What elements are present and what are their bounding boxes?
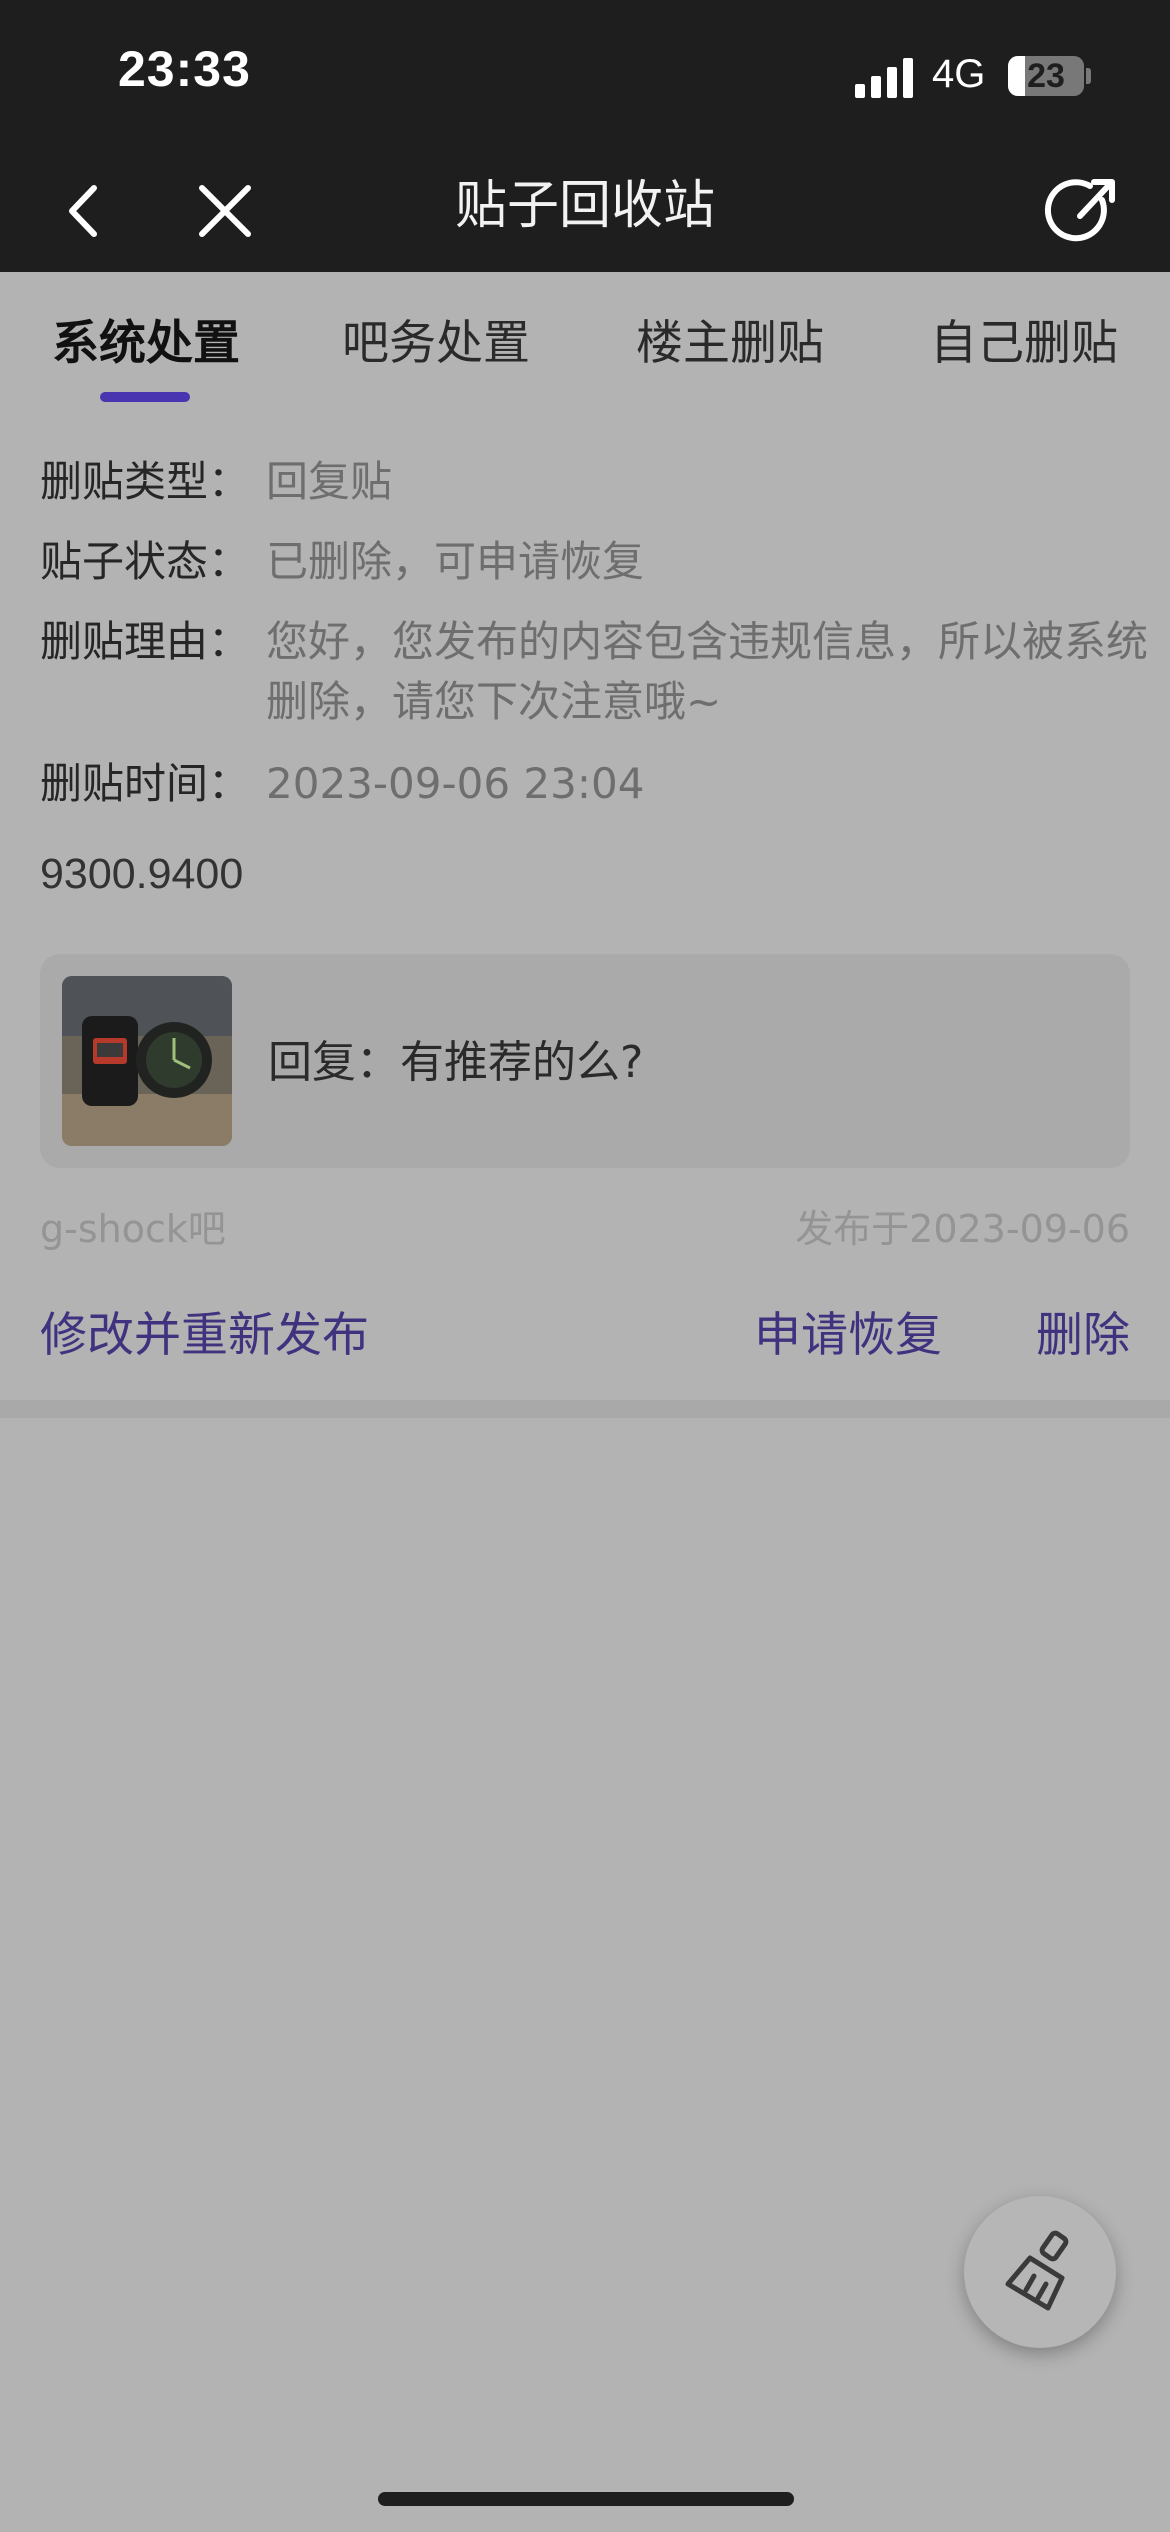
post-card[interactable]: 回复：有推荐的么? bbox=[40, 954, 1130, 1168]
delete-type-value: 回复贴 bbox=[266, 457, 393, 506]
tab-system[interactable]: 系统处置 bbox=[52, 304, 240, 373]
post-title: 回复：有推荐的么? bbox=[268, 1037, 644, 1088]
signal-icon bbox=[855, 58, 913, 98]
section-divider bbox=[0, 1400, 1170, 1418]
post-status-label: 贴子状态： bbox=[40, 537, 251, 586]
forum-name[interactable]: g-shock吧 bbox=[40, 1198, 226, 1253]
apply-restore-button[interactable]: 申请恢复 bbox=[754, 1296, 942, 1365]
publish-date: 发布于2023-09-06 bbox=[795, 1207, 1130, 1251]
battery-icon: 23 bbox=[1008, 56, 1084, 96]
delete-reason-value: 您好，您发布的内容包含违规信息，所以被系统删除，请您下次注意哦~ bbox=[266, 617, 1149, 726]
tab-op-deleted[interactable]: 楼主删贴 bbox=[636, 304, 824, 373]
delete-type-label: 删贴类型： bbox=[40, 457, 251, 506]
post-code: 9300.9400 bbox=[40, 850, 244, 898]
post-status-value: 已删除，可申请恢复 bbox=[266, 537, 645, 586]
tab-self-deleted[interactable]: 自己删贴 bbox=[930, 304, 1118, 373]
edit-republish-button[interactable]: 修改并重新发布 bbox=[40, 1296, 369, 1365]
tab-bar: 系统处置 吧务处置 楼主删贴 自己删贴 bbox=[0, 272, 1170, 402]
clear-button[interactable] bbox=[964, 2196, 1116, 2348]
delete-time-value: 2023-09-06 23:04 bbox=[266, 759, 645, 808]
battery-level: 23 bbox=[1027, 57, 1065, 95]
page-title: 贴子回收站 bbox=[454, 176, 715, 236]
delete-reason-label: 删贴理由： bbox=[40, 617, 251, 666]
delete-button[interactable]: 删除 bbox=[1036, 1296, 1130, 1365]
status-bar: 23:33 4G 23 bbox=[0, 0, 1170, 150]
delete-time-label: 删贴时间： bbox=[40, 759, 251, 808]
home-indicator bbox=[378, 2492, 794, 2506]
share-icon[interactable] bbox=[1040, 170, 1124, 254]
post-thumbnail bbox=[62, 976, 232, 1146]
battery-cap bbox=[1086, 68, 1091, 84]
tab-admin[interactable]: 吧务处置 bbox=[342, 304, 530, 373]
tab-indicator bbox=[100, 392, 190, 402]
broom-icon bbox=[1005, 2230, 1069, 2311]
nav-bar: 贴子回收站 bbox=[0, 150, 1170, 272]
network-type: 4G bbox=[932, 52, 986, 96]
status-time: 23:33 bbox=[118, 41, 251, 97]
